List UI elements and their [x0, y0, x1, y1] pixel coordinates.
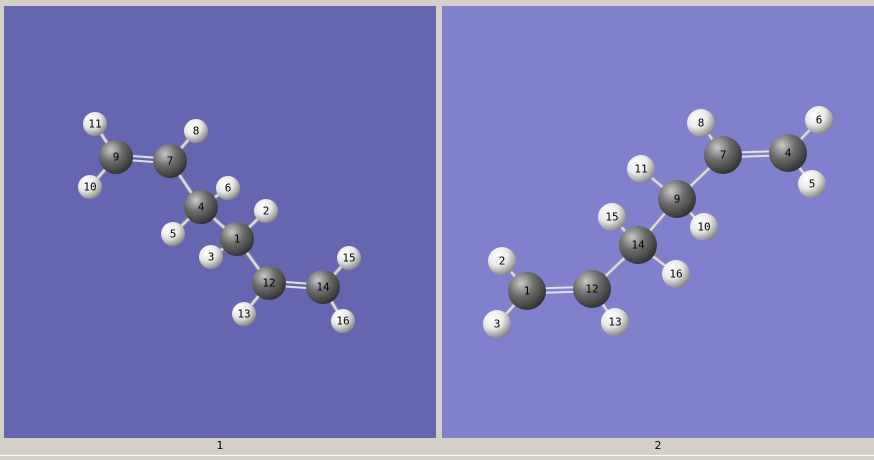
atom-number-label: 14 [631, 239, 645, 252]
hydrogen-atom-3[interactable]: 3 [483, 310, 511, 338]
atom-number-label: 7 [167, 155, 174, 168]
scrollbar-track[interactable] [0, 455, 874, 456]
hydrogen-atom-8[interactable]: 8 [687, 109, 715, 137]
atom-number-label: 10 [83, 181, 96, 194]
hydrogen-atom-13[interactable]: 13 [232, 302, 256, 326]
atom-number-label: 5 [809, 178, 816, 191]
hydrogen-atom-11[interactable]: 11 [627, 155, 655, 183]
hydrogen-atom-15[interactable]: 15 [598, 203, 626, 231]
hydrogen-atom-16[interactable]: 16 [662, 260, 690, 288]
hydrogen-atom-2[interactable]: 2 [488, 247, 516, 275]
atom-number-label: 5 [170, 228, 177, 241]
view-label-2: 2 [654, 439, 662, 452]
atom-number-label: 6 [225, 182, 232, 195]
atom-number-label: 12 [262, 277, 275, 290]
atom-number-label: 13 [237, 308, 250, 321]
carbon-atom-14[interactable]: 14 [619, 226, 657, 264]
atom-number-label: 8 [193, 125, 200, 138]
atom-number-label: 16 [669, 268, 682, 281]
hydrogen-atom-5[interactable]: 5 [798, 170, 826, 198]
atom-number-label: 4 [785, 147, 792, 160]
atom-number-label: 10 [697, 221, 710, 234]
hydrogen-atom-6[interactable]: 6 [805, 106, 833, 134]
atom-number-label: 2 [499, 255, 506, 268]
atom-number-label: 1 [234, 233, 241, 246]
carbon-atom-4[interactable]: 4 [769, 134, 807, 172]
atom-number-label: 13 [608, 316, 621, 329]
atom-number-label: 1 [524, 285, 531, 298]
atom-number-label: 4 [198, 201, 205, 214]
hydrogen-atom-13[interactable]: 13 [601, 308, 629, 336]
carbon-atom-7[interactable]: 7 [704, 136, 742, 174]
hydrogen-atom-10[interactable]: 10 [78, 175, 102, 199]
atom-number-label: 9 [113, 151, 120, 164]
atom-number-label: 8 [698, 117, 705, 130]
hydrogen-atom-2[interactable]: 2 [254, 199, 278, 223]
molecule-canvas-1[interactable]: 12345678910111213141516 [4, 6, 436, 438]
atom-number-label: 7 [720, 149, 727, 162]
atom-number-label: 6 [816, 114, 823, 127]
carbon-atom-14[interactable]: 14 [306, 270, 340, 304]
carbon-atom-7[interactable]: 7 [153, 144, 187, 178]
hydrogen-atom-3[interactable]: 3 [199, 245, 223, 269]
atom-number-label: 3 [208, 251, 215, 264]
atom-number-label: 11 [88, 118, 101, 131]
atom-number-label: 16 [336, 315, 349, 328]
carbon-atom-12[interactable]: 12 [252, 266, 286, 300]
atom-number-label: 15 [342, 252, 355, 265]
carbon-atom-12[interactable]: 12 [573, 270, 611, 308]
molecule-canvas-2[interactable]: 12345678910111213141516 [442, 6, 874, 438]
atom-number-label: 15 [605, 211, 618, 224]
hydrogen-atom-10[interactable]: 10 [690, 213, 718, 241]
molecule-view-1[interactable]: 1 2 3 4 5 6 7 8 9 10 11 12 13 14 15 16 [4, 6, 436, 438]
view-label-1: 1 [216, 439, 224, 452]
hydrogen-atom-16[interactable]: 16 [331, 309, 355, 333]
carbon-atom-1[interactable]: 1 [508, 272, 546, 310]
atom-number-label: 3 [494, 318, 501, 331]
hydrogen-atom-15[interactable]: 15 [337, 246, 361, 270]
carbon-atom-9[interactable]: 9 [658, 180, 696, 218]
atom-number-label: 14 [316, 281, 330, 294]
hydrogen-atom-11[interactable]: 11 [83, 112, 107, 136]
hydrogen-atom-5[interactable]: 5 [161, 222, 185, 246]
atom-number-label: 2 [263, 205, 270, 218]
carbon-atom-9[interactable]: 9 [99, 140, 133, 174]
atom-number-label: 11 [634, 163, 647, 176]
hydrogen-atom-8[interactable]: 8 [184, 119, 208, 143]
atom-number-label: 9 [674, 193, 681, 206]
carbon-atom-1[interactable]: 1 [220, 222, 254, 256]
carbon-atom-4[interactable]: 4 [184, 190, 218, 224]
hydrogen-atom-6[interactable]: 6 [216, 176, 240, 200]
atom-number-label: 12 [585, 283, 598, 296]
molecule-view-2[interactable]: 1 2 3 4 5 6 7 8 9 10 11 12 13 14 15 16 [442, 6, 874, 438]
